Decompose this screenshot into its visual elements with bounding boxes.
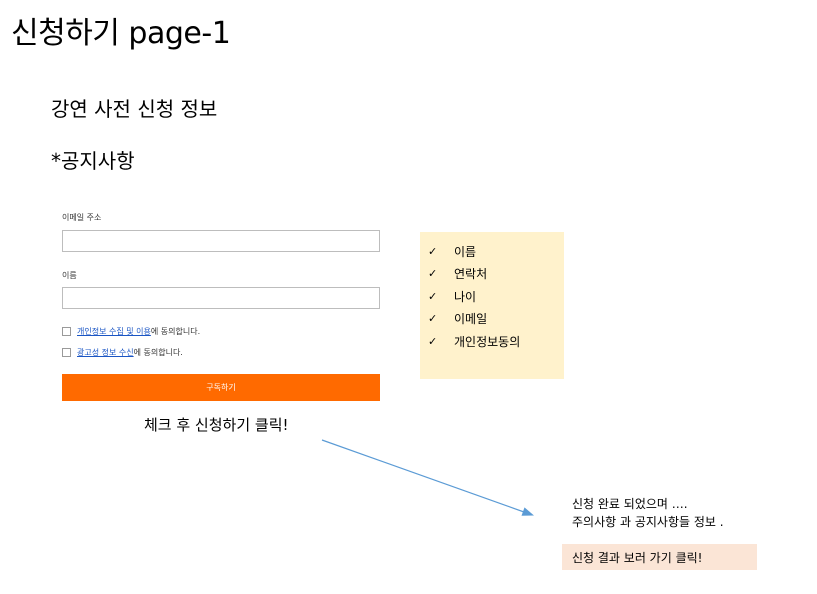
required-item: ✓ 이메일 xyxy=(420,308,564,331)
ads-consent-row: 광고성 정보 수신 에 동의합니다. xyxy=(62,346,183,358)
required-item-label: 연락처 xyxy=(454,267,488,282)
name-input[interactable] xyxy=(62,287,380,309)
check-icon: ✓ xyxy=(428,334,438,348)
privacy-policy-link[interactable]: 개인정보 수집 및 이용 xyxy=(77,326,151,337)
required-item-label: 나이 xyxy=(454,289,477,304)
instruction-caption: 체크 후 신청하기 클릭! xyxy=(144,416,289,434)
ads-consent-text: 에 동의합니다. xyxy=(133,347,183,357)
email-label: 이메일 주소 xyxy=(62,213,102,222)
check-icon: ✓ xyxy=(428,267,438,281)
check-icon: ✓ xyxy=(428,312,438,326)
required-item: ✓ 이름 xyxy=(420,240,564,263)
result-message-line2: 주의사항 과 공지사항들 정보 . xyxy=(572,515,724,529)
page-title: 신청하기 page-1 xyxy=(11,16,231,51)
privacy-consent-checkbox[interactable] xyxy=(62,326,71,336)
required-item: ✓ 나이 xyxy=(420,285,564,308)
privacy-consent-text: 에 동의합니다. xyxy=(150,326,201,336)
check-icon: ✓ xyxy=(428,244,438,258)
ads-consent-checkbox[interactable] xyxy=(62,347,71,357)
view-result-button[interactable]: 신청 결과 보러 가기 클릭! xyxy=(562,544,757,570)
required-item-label: 이메일 xyxy=(454,312,488,327)
required-item: ✓ 연락처 xyxy=(420,263,564,286)
required-item: ✓ 개인정보동의 xyxy=(420,330,564,353)
notice-title: *공지사항 xyxy=(51,149,135,173)
check-icon: ✓ xyxy=(428,289,438,303)
subscribe-button[interactable]: 구독하기 xyxy=(62,374,380,401)
result-message-line1: 신청 완료 되었으며 …. xyxy=(572,497,688,511)
privacy-consent-row: 개인정보 수집 및 이용 에 동의합니다. xyxy=(62,325,200,337)
required-item-label: 개인정보동의 xyxy=(454,334,521,349)
name-label: 이름 xyxy=(62,271,77,280)
section-title: 강연 사전 신청 정보 xyxy=(51,97,218,121)
email-input[interactable] xyxy=(62,230,380,252)
required-item-label: 이름 xyxy=(454,244,477,259)
required-info-note: ✓ 이름 ✓ 연락처 ✓ 나이 ✓ 이메일 ✓ 개인정보동의 xyxy=(420,232,564,379)
ads-info-link[interactable]: 광고성 정보 수신 xyxy=(77,347,134,358)
